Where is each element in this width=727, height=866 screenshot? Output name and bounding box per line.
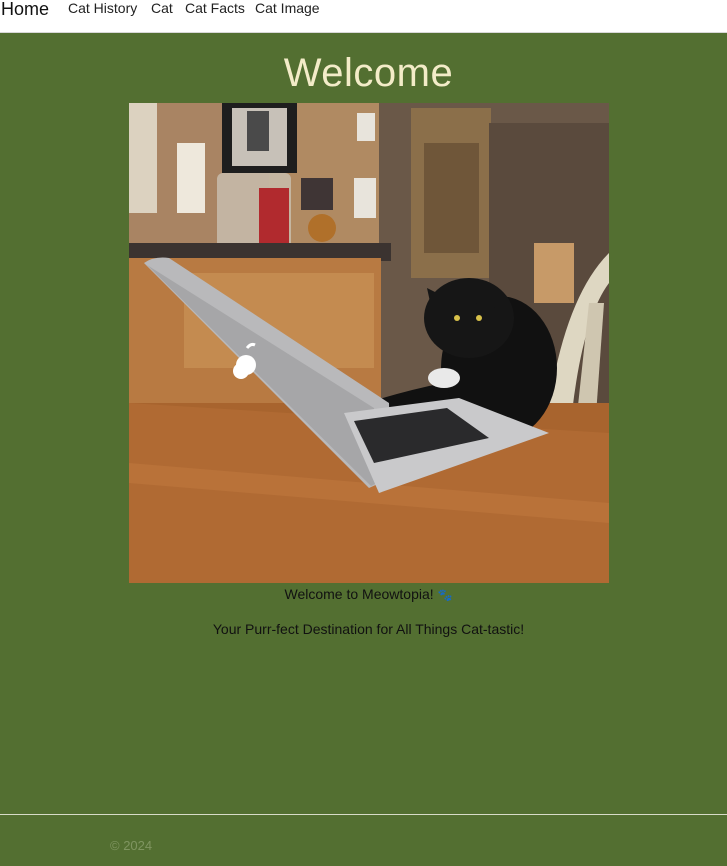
nav-cat-history-link[interactable]: Cat History	[68, 0, 137, 17]
welcome-message: Welcome to Meowtopia! 🐾	[0, 586, 727, 604]
tagline: Your Purr-fect Destination for All Thing…	[212, 621, 525, 637]
nav-cat-image-link[interactable]: Cat Image	[255, 0, 320, 17]
nav-cat-facts-link[interactable]: Cat Facts	[185, 0, 245, 17]
nav-home-link[interactable]: Home	[1, 0, 49, 20]
welcome-text: Welcome to Meowtopia!	[284, 586, 434, 602]
page-title: Welcome	[283, 51, 454, 95]
top-navbar: Home Cat History Cat Cat Facts Cat Image	[0, 0, 727, 33]
footer-divider	[0, 814, 727, 815]
nav-cat-link[interactable]: Cat	[151, 0, 173, 17]
footer-copyright: © 2024	[110, 838, 153, 853]
paw-print-icon: 🐾	[437, 588, 453, 602]
cat-laptop-image	[129, 103, 609, 583]
